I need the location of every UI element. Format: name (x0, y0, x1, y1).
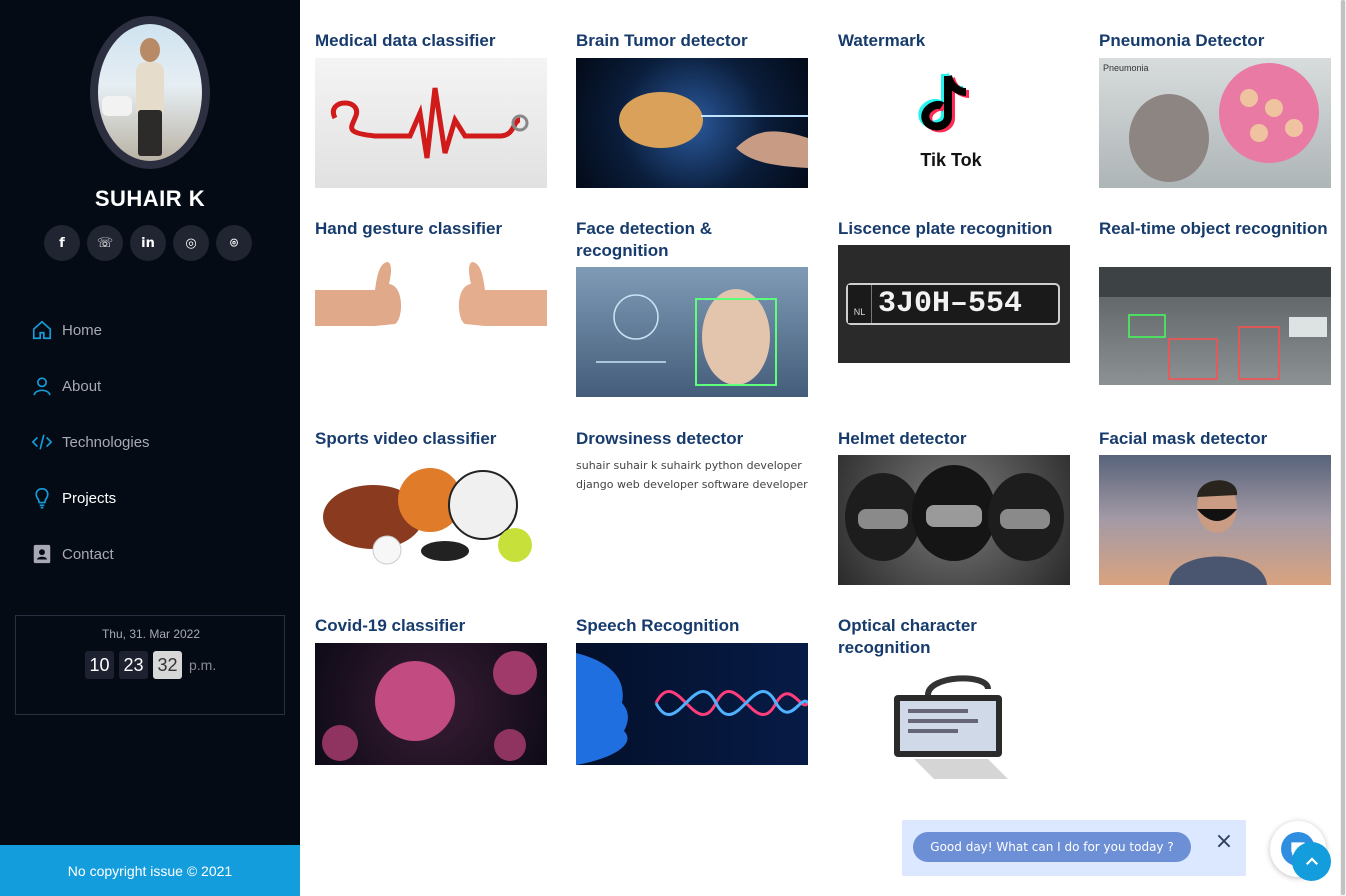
face-recognition-image (576, 267, 808, 397)
project-card[interactable]: Sports video classifier (315, 428, 547, 573)
tiktok-text: Tik Tok (920, 150, 982, 170)
helmets-image (838, 455, 1070, 585)
project-card[interactable]: Watermark Tik Tok (838, 30, 1070, 188)
project-card[interactable]: Covid-19 classifier (315, 615, 547, 765)
whatsapp-icon[interactable]: ☏ (87, 225, 123, 261)
project-title: Brain Tumor detector (576, 31, 748, 50)
stethoscope-image (315, 58, 547, 188)
ocr-device-image (838, 665, 1070, 785)
project-title: Covid-19 classifier (315, 616, 466, 635)
plate-country: NL (848, 285, 872, 323)
github-icon[interactable]: ⌾ (216, 225, 252, 261)
lungs-image: Pneumonia (1099, 58, 1331, 188)
clock-minute: 23 (119, 651, 148, 679)
instagram-icon[interactable]: ◎ (173, 225, 209, 261)
clock-second: 32 (153, 651, 182, 679)
project-title: Medical data classifier (315, 31, 496, 50)
virus-image (315, 643, 547, 765)
face-mask-image (1099, 455, 1331, 585)
project-title: Drowsiness detector (576, 429, 744, 448)
project-card[interactable]: Real-time object recognition (1099, 218, 1331, 385)
sidebar: SUHAIR K f ☏ in ◎ ⌾ Home About Technolog… (0, 0, 300, 896)
lightbulb-icon (30, 486, 54, 510)
brain-image (576, 58, 808, 188)
project-card[interactable]: Hand gesture classifier (315, 218, 547, 338)
user-icon (30, 374, 54, 398)
chat-greeting[interactable]: Good day! What can I do for you today ? (913, 832, 1191, 862)
sports-balls-image (315, 455, 547, 573)
nav-item-home[interactable]: Home (30, 302, 270, 358)
linkedin-icon[interactable]: in (130, 225, 166, 261)
project-card[interactable]: Pneumonia Detector Pneumonia (1099, 30, 1331, 188)
clock-widget: Thu, 31. Mar 2022 10 23 32 p.m. (15, 615, 285, 715)
project-card[interactable]: Helmet detector (838, 428, 1070, 585)
clock-date: Thu, 31. Mar 2022 (101, 627, 201, 641)
project-title: Hand gesture classifier (315, 219, 503, 238)
tiktok-logo-image: Tik Tok (838, 58, 1070, 188)
nav-label: About (62, 377, 102, 395)
home-icon (30, 318, 54, 342)
project-title: Real-time object recognition (1099, 219, 1328, 238)
project-title: Pneumonia Detector (1099, 31, 1265, 50)
project-title: Facial mask detector (1099, 429, 1268, 448)
facebook-icon[interactable]: f (44, 225, 80, 261)
nav-label: Technologies (62, 433, 150, 451)
profile-name: SUHAIR K (94, 186, 206, 211)
nav-item-projects[interactable]: Projects (30, 470, 270, 526)
chevron-up-icon (1305, 856, 1318, 865)
object-detection-image (1099, 267, 1331, 385)
project-title: Liscence plate recognition (838, 219, 1053, 238)
pneumonia-label: Pneumonia (1103, 63, 1149, 73)
broken-image-alt-text: suhair suhair k suhairk python developer… (576, 459, 808, 491)
project-card[interactable]: Brain Tumor detector (576, 30, 808, 188)
project-title: Face detection & recognition (576, 219, 713, 260)
nav-label: Contact (62, 545, 114, 563)
close-icon[interactable]: × (1214, 831, 1234, 853)
nav-item-contact[interactable]: Contact (30, 526, 270, 582)
thumbs-up-image (315, 258, 547, 338)
scrollbar-thumb[interactable] (1341, 0, 1345, 895)
back-to-top-button[interactable] (1292, 842, 1331, 881)
profile-avatar (90, 16, 210, 169)
nav-item-technologies[interactable]: Technologies (30, 414, 270, 470)
project-title: Sports video classifier (315, 429, 497, 448)
project-card[interactable]: Face detection & recognition (576, 218, 808, 397)
nav-label: Projects (62, 489, 117, 507)
project-card[interactable]: Medical data classifier (315, 30, 547, 188)
project-card[interactable]: Speech Recognition (576, 615, 808, 765)
social-links: f ☏ in ◎ ⌾ (44, 225, 252, 261)
project-title: Speech Recognition (576, 616, 740, 635)
speech-wave-image (576, 643, 808, 765)
project-card[interactable]: Facial mask detector (1099, 428, 1331, 585)
project-card[interactable]: Drowsiness detector suhair suhair k suha… (576, 428, 808, 491)
project-title: Helmet detector (838, 429, 967, 448)
project-title: Optical character recognition (838, 616, 977, 657)
contact-card-icon (30, 542, 54, 566)
license-plate-image: NL 3J0H–554 (838, 245, 1070, 363)
project-title: Watermark (838, 31, 926, 50)
nav-label: Home (62, 321, 103, 339)
code-icon (30, 430, 54, 454)
nav-item-about[interactable]: About (30, 358, 270, 414)
clock-ampm: p.m. (189, 657, 217, 673)
footer-copyright: No copyright issue © 2021 (0, 845, 300, 896)
clock-hour: 10 (85, 651, 114, 679)
main-nav: Home About Technologies Projects Contact (30, 302, 270, 582)
plate-number: 3J0H–554 (878, 287, 1023, 321)
project-card[interactable]: Liscence plate recognition NL 3J0H–554 (838, 218, 1070, 363)
project-card[interactable]: Optical character recognition (838, 615, 1070, 785)
chat-popup: Good day! What can I do for you today ? … (902, 820, 1246, 876)
